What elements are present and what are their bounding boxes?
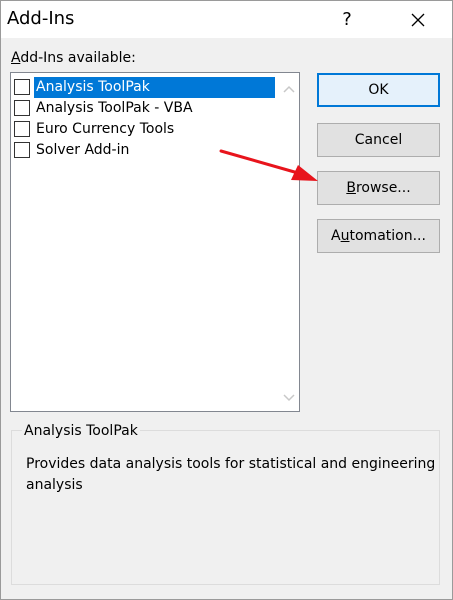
title-bar: Add-Ins ? [1, 1, 452, 38]
list-item[interactable]: Analysis ToolPak - VBA [13, 98, 275, 118]
checkbox[interactable] [14, 142, 30, 158]
automation-button[interactable]: Au tomation... [317, 219, 440, 253]
help-button[interactable]: ? [327, 1, 367, 38]
scroll-down-arrow-icon[interactable] [281, 390, 297, 406]
close-button[interactable] [398, 1, 438, 38]
close-icon [411, 13, 425, 26]
browse-button[interactable]: Browse... [317, 171, 440, 205]
details-description: Provides data analysis tools for statist… [26, 456, 436, 493]
list-item-label: Euro Currency Tools [36, 120, 175, 137]
checkbox[interactable] [14, 121, 30, 137]
list-item-label: Solver Add-in [36, 141, 130, 158]
checkbox[interactable] [14, 100, 30, 116]
cancel-button[interactable]: Cancel [317, 123, 440, 157]
scroll-up-arrow-icon[interactable] [281, 81, 297, 97]
ok-button[interactable]: OK [317, 73, 440, 107]
list-item[interactable]: Euro Currency Tools [13, 119, 275, 139]
add-ins-list[interactable]: Analysis ToolPak Analysis ToolPak - VBA … [10, 72, 300, 412]
details-title: Analysis ToolPak [22, 423, 140, 439]
list-item[interactable]: Analysis ToolPak [13, 76, 275, 98]
add-ins-available-label: Add-Ins available: [11, 50, 136, 66]
dialog-title: Add-Ins [7, 8, 75, 29]
list-item[interactable]: Solver Add-in [13, 140, 275, 160]
list-item-label: Analysis ToolPak [34, 76, 275, 98]
list-item-label: Analysis ToolPak - VBA [36, 99, 193, 116]
checkbox[interactable] [14, 79, 30, 95]
